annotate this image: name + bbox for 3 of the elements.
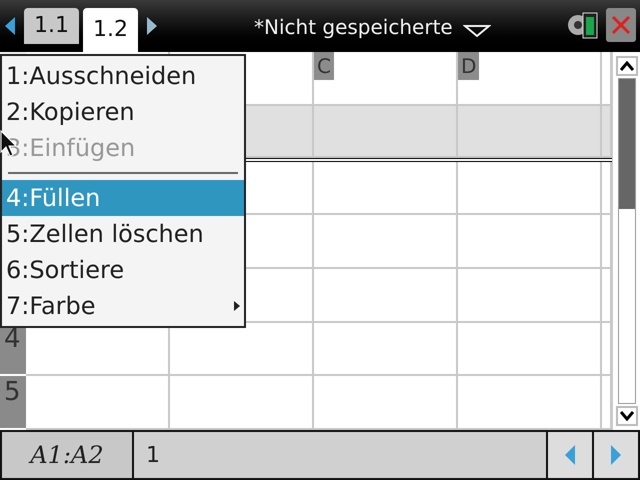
document-title: *Nicht gespeicherte: [254, 14, 453, 41]
row-header: 5: [0, 376, 26, 430]
cell-reference: A1:A2: [2, 432, 132, 478]
